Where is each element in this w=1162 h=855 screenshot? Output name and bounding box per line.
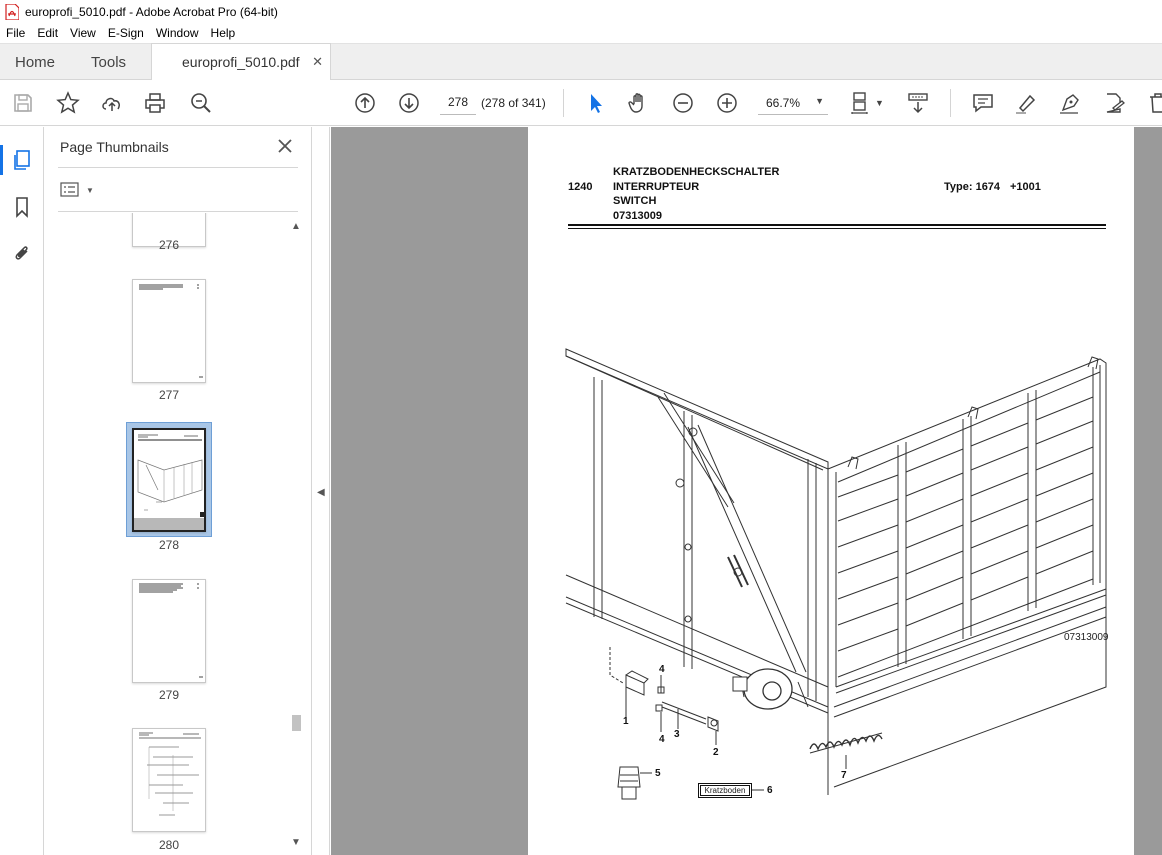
callout-7: 7 (841, 770, 847, 781)
chevron-down-icon: ▼ (86, 185, 94, 195)
page-thumbnails-panel: Page Thumbnails ▼ 276 277 278 279 280 ▲ … (44, 127, 312, 855)
menu-bar: File Edit View E-Sign Window Help (0, 23, 1162, 43)
previous-page-icon[interactable] (352, 90, 378, 116)
page-number-input[interactable] (440, 90, 476, 115)
drawing-reference-number: 07313009 (1064, 632, 1109, 643)
scroll-down-icon[interactable]: ▼ (291, 837, 301, 848)
thumbnail-page-label: 280 (158, 838, 180, 852)
page-thumbnails-icon[interactable] (9, 147, 35, 173)
close-tab-icon[interactable]: ✕ (312, 54, 323, 70)
thumbnail-page[interactable] (132, 728, 206, 832)
bookmarks-icon[interactable] (9, 194, 35, 220)
scrollbar-thumb[interactable] (292, 715, 301, 731)
callout-5: 5 (655, 768, 661, 779)
chevron-down-icon: ▼ (815, 96, 824, 106)
toolbar-divider (563, 89, 564, 117)
sign-pen-icon[interactable] (1057, 90, 1083, 116)
panel-title: Page Thumbnails (60, 139, 169, 155)
acrobat-app-icon (5, 3, 19, 20)
thumbnail-list: 276 277 278 279 280 (58, 213, 288, 855)
callout-3: 3 (674, 729, 680, 740)
decal-label-text: Kratzboden (700, 785, 750, 796)
page-fit-icon[interactable] (848, 90, 874, 116)
parts-drawing (565, 348, 1107, 800)
left-navigation-rail (0, 127, 44, 855)
page-fit-chevron-icon[interactable]: ▼ (875, 98, 884, 108)
page-count: (278 of 341) (481, 96, 546, 110)
attachments-paperclip-icon[interactable] (9, 240, 35, 266)
highlight-pen-icon[interactable] (1013, 90, 1039, 116)
collapse-left-icon[interactable]: ◀ (317, 487, 325, 498)
tab-tools[interactable]: Tools (76, 44, 141, 80)
callout-6: 6 (767, 785, 773, 796)
active-indicator (0, 145, 3, 175)
title-bar: europrofi_5010.pdf - Adobe Acrobat Pro (… (0, 0, 1162, 23)
zoom-out-icon[interactable] (670, 90, 696, 116)
toolbar-divider (950, 89, 951, 117)
visible-area-overlay (134, 518, 204, 530)
comment-icon[interactable] (970, 90, 996, 116)
thumbnail-page-label: 278 (158, 538, 180, 552)
menu-window[interactable]: Window (150, 26, 205, 40)
menu-edit[interactable]: Edit (31, 26, 64, 40)
callout-4-top: 4 (659, 664, 665, 675)
thumbnail-page-label: 277 (158, 388, 180, 402)
panel-collapse-strip[interactable]: ◀ (312, 127, 330, 855)
print-icon[interactable] (142, 90, 168, 116)
scroll-mode-icon[interactable] (905, 90, 931, 116)
bookmark-star-icon[interactable] (55, 90, 81, 116)
tab-document[interactable]: europrofi_5010.pdf ✕ (151, 43, 331, 80)
tab-bar: Home Tools europrofi_5010.pdf ✕ (0, 43, 1162, 80)
thumbnail-page-label: 276 (158, 238, 180, 252)
hand-tool-icon[interactable] (626, 90, 652, 116)
scroll-up-icon[interactable]: ▲ (291, 221, 301, 232)
divider (58, 211, 298, 212)
callout-1: 1 (623, 716, 629, 727)
thumbnail-page-label: 279 (158, 688, 180, 702)
options-list-icon (60, 182, 79, 197)
callout-2: 2 (713, 747, 719, 758)
share-edit-icon[interactable] (1101, 90, 1127, 116)
upload-cloud-icon[interactable] (99, 90, 125, 116)
menu-file[interactable]: File (0, 26, 31, 40)
decal-label: Kratzboden (698, 783, 752, 798)
menu-view[interactable]: View (64, 26, 102, 40)
toolbar: (278 of 341) 66.7% ▼ ▼ (0, 80, 1162, 126)
thumbnail-page[interactable] (132, 579, 206, 683)
delete-icon[interactable] (1145, 90, 1162, 116)
menu-esign[interactable]: E-Sign (102, 26, 150, 40)
zoom-level-dropdown[interactable]: 66.7% ▼ (758, 90, 828, 115)
resize-handle[interactable] (200, 512, 204, 517)
tab-document-label: europrofi_5010.pdf (182, 54, 300, 70)
select-pointer-icon[interactable] (583, 90, 609, 116)
thumbnail-page-selected[interactable] (132, 428, 206, 532)
thumbnail-scrollbar[interactable]: ▲ ▼ (289, 219, 305, 855)
menu-help[interactable]: Help (205, 26, 242, 40)
thumbnail-page[interactable] (132, 279, 206, 383)
window-title: europrofi_5010.pdf - Adobe Acrobat Pro (… (25, 4, 278, 19)
callout-4-bottom: 4 (659, 734, 665, 745)
pdf-page: KRATZBODENHECKSCHALTER 1240 INTERRUPTEUR… (528, 127, 1134, 855)
next-page-icon[interactable] (396, 90, 422, 116)
document-viewer[interactable]: KRATZBODENHECKSCHALTER 1240 INTERRUPTEUR… (331, 127, 1162, 855)
thumbnail-options-menu[interactable]: ▼ (60, 180, 98, 200)
zoom-in-icon[interactable] (714, 90, 740, 116)
zoom-level-value: 66.7% (766, 96, 801, 110)
zoom-search-icon[interactable] (188, 90, 214, 116)
close-panel-icon[interactable] (276, 137, 294, 155)
save-icon[interactable] (10, 90, 36, 116)
divider (58, 167, 298, 168)
tab-home[interactable]: Home (0, 44, 70, 80)
